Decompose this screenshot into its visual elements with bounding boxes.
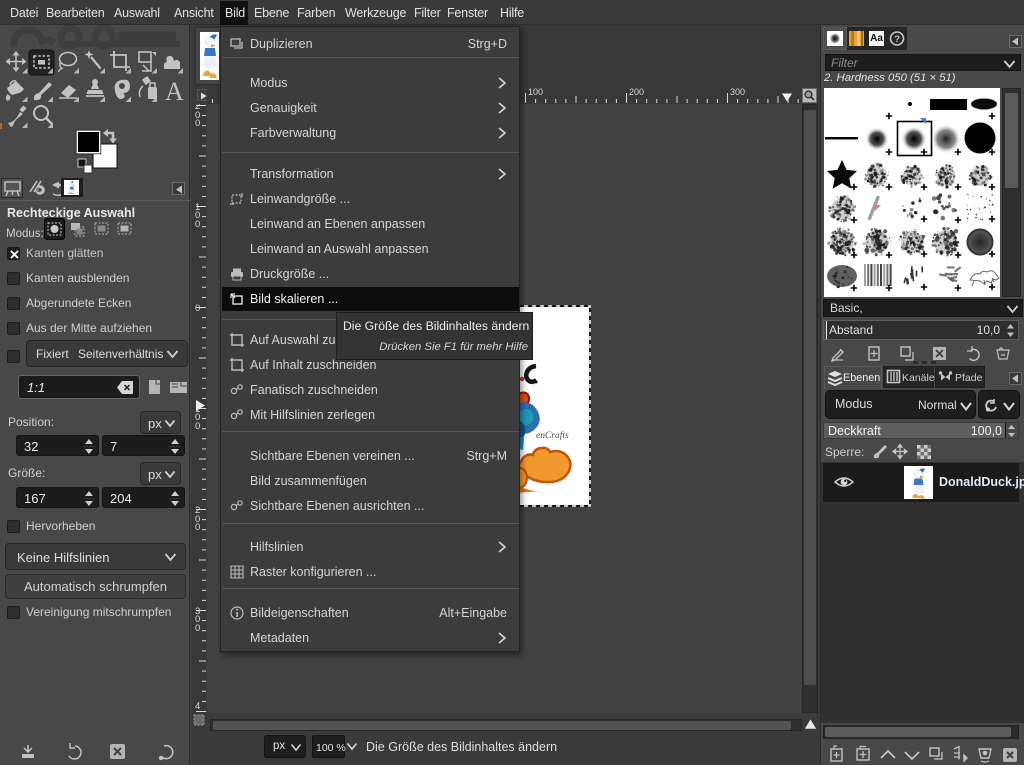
svg-text:0: 0: [195, 219, 200, 230]
svg-text:enCrafts: enCrafts: [536, 430, 569, 441]
svg-text:0: 0: [195, 303, 200, 314]
svg-text:4: 4: [195, 701, 200, 712]
svg-text:A: A: [165, 77, 184, 106]
svg-text:100: 100: [528, 87, 543, 97]
svg-text:0: 0: [195, 421, 200, 432]
svg-text:0: 0: [195, 623, 200, 634]
svg-text:300: 300: [730, 87, 745, 97]
svg-text:0: 0: [195, 118, 200, 129]
svg-text:200: 200: [629, 87, 644, 97]
svg-text:o: o: [36, 185, 41, 194]
svg-text:?: ?: [894, 34, 900, 45]
svg-text:0: 0: [195, 522, 200, 533]
